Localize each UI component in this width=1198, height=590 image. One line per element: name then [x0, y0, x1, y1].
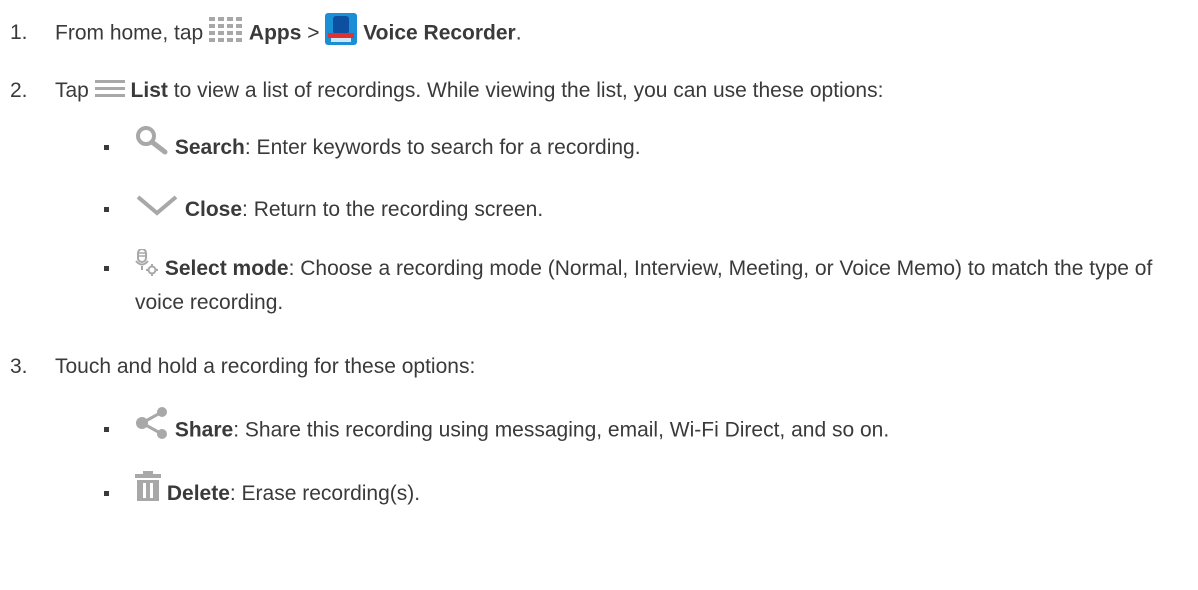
- step-number: 2.: [10, 79, 28, 102]
- list-label: List: [130, 79, 168, 102]
- bullet: [104, 207, 109, 212]
- share-label: Share: [174, 418, 234, 442]
- search-desc: : Enter keywords to search for a recordi…: [244, 136, 641, 159]
- select-mode-label: Select mode: [164, 257, 289, 280]
- delete-desc: : Erase recording(s).: [229, 482, 421, 505]
- option-close-text: Close: Return to the recording screen.: [135, 195, 543, 225]
- bullet: [104, 491, 109, 496]
- search-icon: [135, 125, 169, 155]
- list-icon: [94, 78, 125, 98]
- bullet: [104, 427, 109, 432]
- select-mode-icon: [135, 248, 159, 277]
- option-search-text: Search: Enter keywords to search for a r…: [135, 126, 641, 163]
- step-2-pre: Tap: [55, 79, 89, 102]
- apps-label: Apps: [248, 21, 302, 45]
- bullet: [104, 266, 109, 271]
- share-icon: [135, 407, 169, 439]
- delete-label: Delete: [166, 482, 230, 505]
- step-1-end: .: [515, 21, 522, 45]
- step-1-pre: From home, tap: [55, 21, 204, 45]
- option-select-mode-text: Select mode: Choose a recording mode (No…: [135, 248, 1165, 320]
- chevron-down-icon: [135, 194, 179, 217]
- step-3-text: Touch and hold a recording for these opt…: [55, 355, 476, 378]
- step-number: 3.: [10, 355, 28, 378]
- step-2-text: Tap List to view a list of recordings. W…: [55, 76, 883, 106]
- close-desc: : Return to the recording screen.: [242, 198, 544, 221]
- step-1-text: From home, tap Apps > Voice Recorder.: [55, 13, 522, 50]
- separator: >: [307, 21, 320, 45]
- close-label: Close: [184, 198, 243, 221]
- search-label: Search: [174, 136, 245, 159]
- share-desc: : Share this recording using messaging, …: [233, 418, 890, 442]
- bullet: [104, 145, 109, 150]
- trash-icon: [135, 471, 161, 502]
- option-delete-text: Delete: Erase recording(s).: [135, 471, 421, 509]
- select-mode-desc: : Choose a recording mode (Normal, Inter…: [135, 257, 1153, 314]
- voice-recorder-label: Voice Recorder: [363, 21, 516, 45]
- apps-icon: [209, 17, 243, 43]
- step-number: 1.: [10, 21, 28, 44]
- option-share-text: Share: Share this recording using messag…: [135, 407, 890, 447]
- voice-recorder-icon: [325, 13, 358, 45]
- step-2-post: to view a list of recordings. While view…: [173, 79, 884, 102]
